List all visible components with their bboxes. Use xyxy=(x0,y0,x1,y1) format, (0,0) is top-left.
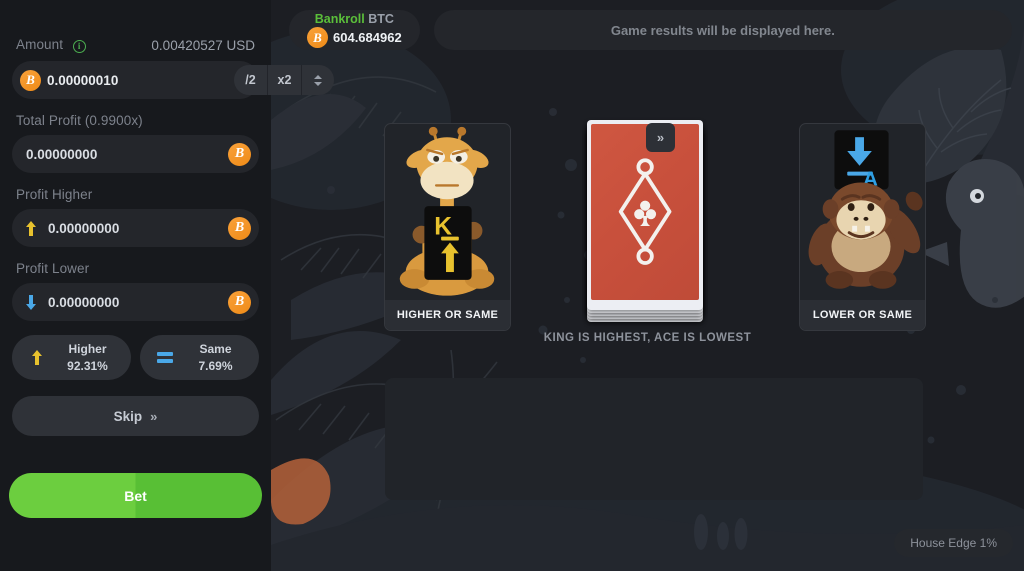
higher-button-label: Higher xyxy=(68,342,107,357)
amount-label-row: Amount i 0.00420527 USD xyxy=(12,36,259,61)
arrow-up-icon xyxy=(20,220,42,236)
bankroll-amount-row: B 604.684962 xyxy=(307,27,402,48)
bitcoin-icon: B xyxy=(228,216,251,240)
gorilla-illustration: A xyxy=(800,124,925,300)
profit-higher-field: 0.00000000 B xyxy=(12,209,259,247)
arrow-down-icon xyxy=(20,294,42,310)
equals-icon xyxy=(154,352,176,363)
amount-label-group: Amount i xyxy=(16,36,86,54)
bitcoin-icon: B xyxy=(307,27,328,48)
history-panel xyxy=(385,378,923,500)
higher-button[interactable]: Higher 92.31% xyxy=(12,335,131,380)
svg-text:K: K xyxy=(434,214,452,241)
double-chevron-right-icon: » xyxy=(150,408,158,424)
double-amount-button[interactable]: x2 xyxy=(268,65,302,95)
arrow-up-icon xyxy=(26,350,48,365)
total-profit-value: 0.00000000 xyxy=(26,146,98,162)
skip-button-label: Skip xyxy=(113,408,143,424)
chevron-up-icon xyxy=(314,74,322,79)
higher-button-text: Higher 92.31% xyxy=(58,341,117,373)
higher-button-percent: 92.31% xyxy=(67,358,108,373)
hi-lo-game-app: Amount i 0.00420527 USD B /2 x2 Total Pr… xyxy=(0,0,1024,571)
lower-or-same-label: LOWER OR SAME xyxy=(800,300,925,330)
profit-lower-value: 0.00000000 xyxy=(48,294,120,310)
game-results-banner: Game results will be displayed here. xyxy=(433,10,1012,50)
profit-higher-value: 0.00000000 xyxy=(48,220,120,236)
card-back-face xyxy=(591,124,699,300)
amount-input[interactable] xyxy=(41,72,234,88)
halve-amount-button[interactable]: /2 xyxy=(234,65,268,95)
lower-or-same-card[interactable]: A LOWER OR SAME xyxy=(799,123,926,331)
bankroll-amount: 604.684962 xyxy=(333,30,402,45)
same-button-label: Same xyxy=(199,342,232,357)
total-profit-label: Total Profit (0.9900x) xyxy=(16,113,143,128)
profit-higher-label-row: Profit Higher xyxy=(12,187,259,209)
top-bar: Bankroll BTC B 604.684962 Game results w… xyxy=(289,10,1012,50)
rank-order-hint: KING IS HIGHEST, ACE IS LOWEST xyxy=(543,332,752,344)
amount-controls: /2 x2 xyxy=(234,65,334,95)
profit-higher-label: Profit Higher xyxy=(16,187,93,202)
higher-or-same-card[interactable]: K HIGHER OR SAME xyxy=(384,123,511,331)
game-area: Bankroll BTC B 604.684962 Game results w… xyxy=(271,0,1024,571)
higher-or-same-label: HIGHER OR SAME xyxy=(385,300,510,330)
giraffe-illustration: K xyxy=(385,124,510,300)
bitcoin-icon: B xyxy=(228,142,251,166)
bankroll-label: Bankroll xyxy=(314,12,365,26)
house-edge-badge: House Edge 1% xyxy=(894,529,1013,557)
info-icon[interactable]: i xyxy=(72,40,86,53)
amount-fiat-value: 0.00420527 USD xyxy=(151,37,255,53)
total-profit-field: 0.00000000 B xyxy=(12,135,259,173)
profit-lower-label: Profit Lower xyxy=(16,261,90,276)
choice-buttons: Higher 92.31% Same 7.69% xyxy=(12,335,259,380)
card-deck[interactable] xyxy=(587,120,703,322)
bitcoin-icon: B xyxy=(20,69,41,91)
bankroll-display: Bankroll BTC B 604.684962 xyxy=(289,10,420,50)
bankroll-title-row: Bankroll BTC xyxy=(315,12,394,26)
skip-button[interactable]: Skip » xyxy=(12,396,259,436)
amount-label: Amount xyxy=(16,37,64,52)
amount-stepper[interactable] xyxy=(302,65,334,95)
club-icon xyxy=(618,158,672,266)
amount-field[interactable]: B /2 x2 xyxy=(12,61,334,99)
bet-controls-sidebar: Amount i 0.00420527 USD B /2 x2 Total Pr… xyxy=(0,0,334,571)
same-button-percent: 7.69% xyxy=(198,358,233,373)
profit-lower-field: 0.00000000 B xyxy=(12,283,259,321)
bankroll-currency: BTC xyxy=(368,12,394,26)
deck-skip-button[interactable]: » xyxy=(646,123,675,152)
bitcoin-icon: B xyxy=(228,290,251,314)
chevron-down-icon xyxy=(314,81,322,86)
same-button[interactable]: Same 7.69% xyxy=(140,335,259,380)
profit-lower-label-row: Profit Lower xyxy=(12,261,259,283)
same-button-text: Same 7.69% xyxy=(186,341,245,373)
total-profit-label-row: Total Profit (0.9900x) xyxy=(12,113,259,135)
bet-button[interactable]: Bet xyxy=(9,473,262,518)
